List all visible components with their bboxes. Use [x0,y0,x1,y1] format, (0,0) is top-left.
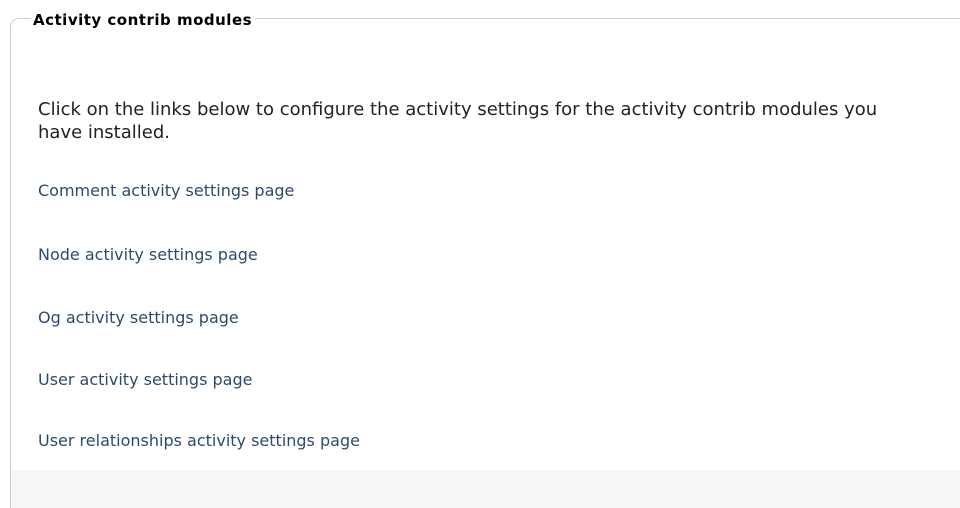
user-activity-settings-link[interactable]: User activity settings page [38,370,252,390]
og-activity-settings-link[interactable]: Og activity settings page [38,308,239,328]
fieldset-description: Click on the links below to configure th… [38,99,878,143]
fieldset-bottom-shade [11,470,960,508]
page: Activity contrib modules Click on the li… [0,0,960,508]
node-activity-settings-link[interactable]: Node activity settings page [38,245,258,265]
fieldset-legend: Activity contrib modules [31,11,256,29]
comment-activity-settings-link[interactable]: Comment activity settings page [38,181,294,201]
user-relationships-activity-settings-link[interactable]: User relationships activity settings pag… [38,431,360,451]
